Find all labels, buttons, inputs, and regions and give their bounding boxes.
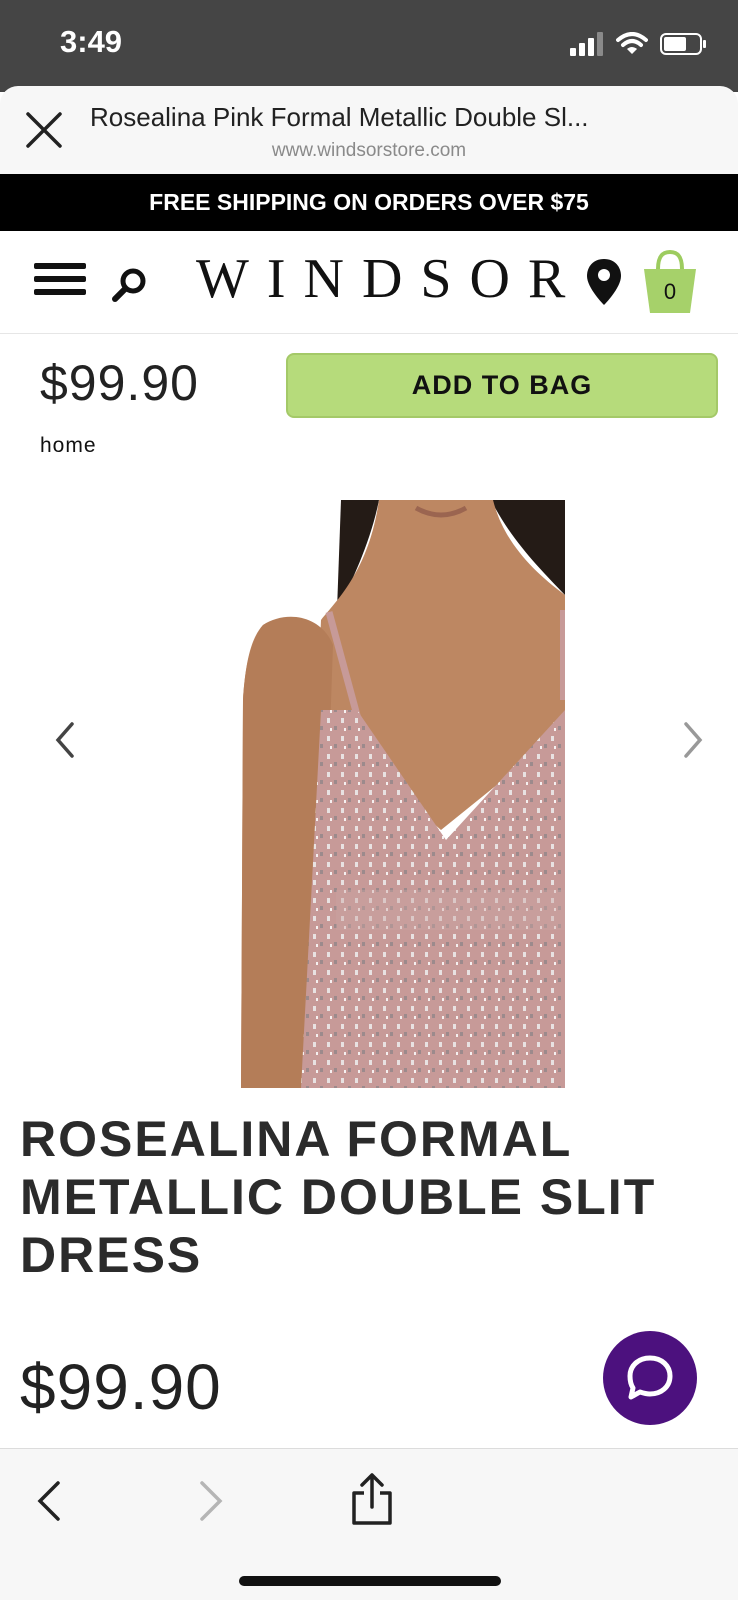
bag-count: 0 xyxy=(663,279,677,304)
search-button[interactable] xyxy=(110,265,150,305)
windsor-logo[interactable]: WINDSOR xyxy=(196,247,583,311)
site-header: WINDSOR 0 xyxy=(0,231,738,334)
browser-toolbar xyxy=(0,1448,738,1600)
menu-icon xyxy=(34,263,86,295)
breadcrumb-home[interactable]: home xyxy=(40,434,97,458)
status-bar: 3:49 xyxy=(0,0,738,92)
product-image[interactable] xyxy=(241,500,565,1088)
battery-icon xyxy=(660,33,706,55)
chat-button[interactable] xyxy=(603,1331,697,1425)
sticky-price: $99.90 xyxy=(40,355,199,411)
chevron-right-icon xyxy=(200,1481,223,1521)
share-button[interactable] xyxy=(348,1471,396,1527)
image-next-button[interactable] xyxy=(678,720,708,760)
wifi-icon xyxy=(616,32,648,54)
status-icons xyxy=(570,28,708,60)
chevron-right-icon xyxy=(684,722,703,758)
shopping-bag-button[interactable]: 0 xyxy=(640,249,700,315)
menu-button[interactable] xyxy=(34,263,86,299)
home-indicator xyxy=(239,1576,501,1586)
share-icon xyxy=(352,1473,392,1525)
product-title: ROSEALINA FORMAL METALLIC DOUBLE SLIT DR… xyxy=(20,1111,657,1283)
chevron-left-icon xyxy=(55,722,74,758)
image-prev-button[interactable] xyxy=(50,720,80,760)
chat-icon xyxy=(627,1355,673,1400)
store-locator-button[interactable] xyxy=(585,257,623,307)
browser-url[interactable]: www.windsorstore.com xyxy=(0,140,738,162)
chevron-left-icon xyxy=(37,1481,60,1521)
browser-header: Rosealina Pink Formal Metallic Double Sl… xyxy=(0,86,738,174)
location-pin-icon xyxy=(587,259,621,305)
browser-back-button[interactable] xyxy=(34,1479,64,1523)
browser-forward-button[interactable] xyxy=(196,1479,226,1523)
status-time: 3:49 xyxy=(60,24,123,59)
promo-banner[interactable]: FREE SHIPPING ON ORDERS OVER $75 xyxy=(0,174,738,231)
product-price: $99.90 xyxy=(20,1351,222,1423)
browser-page-title: Rosealina Pink Formal Metallic Double Sl… xyxy=(90,102,589,132)
search-icon xyxy=(112,268,146,302)
add-to-bag-button[interactable]: ADD TO BAG xyxy=(286,353,718,418)
signal-icon xyxy=(570,32,603,56)
